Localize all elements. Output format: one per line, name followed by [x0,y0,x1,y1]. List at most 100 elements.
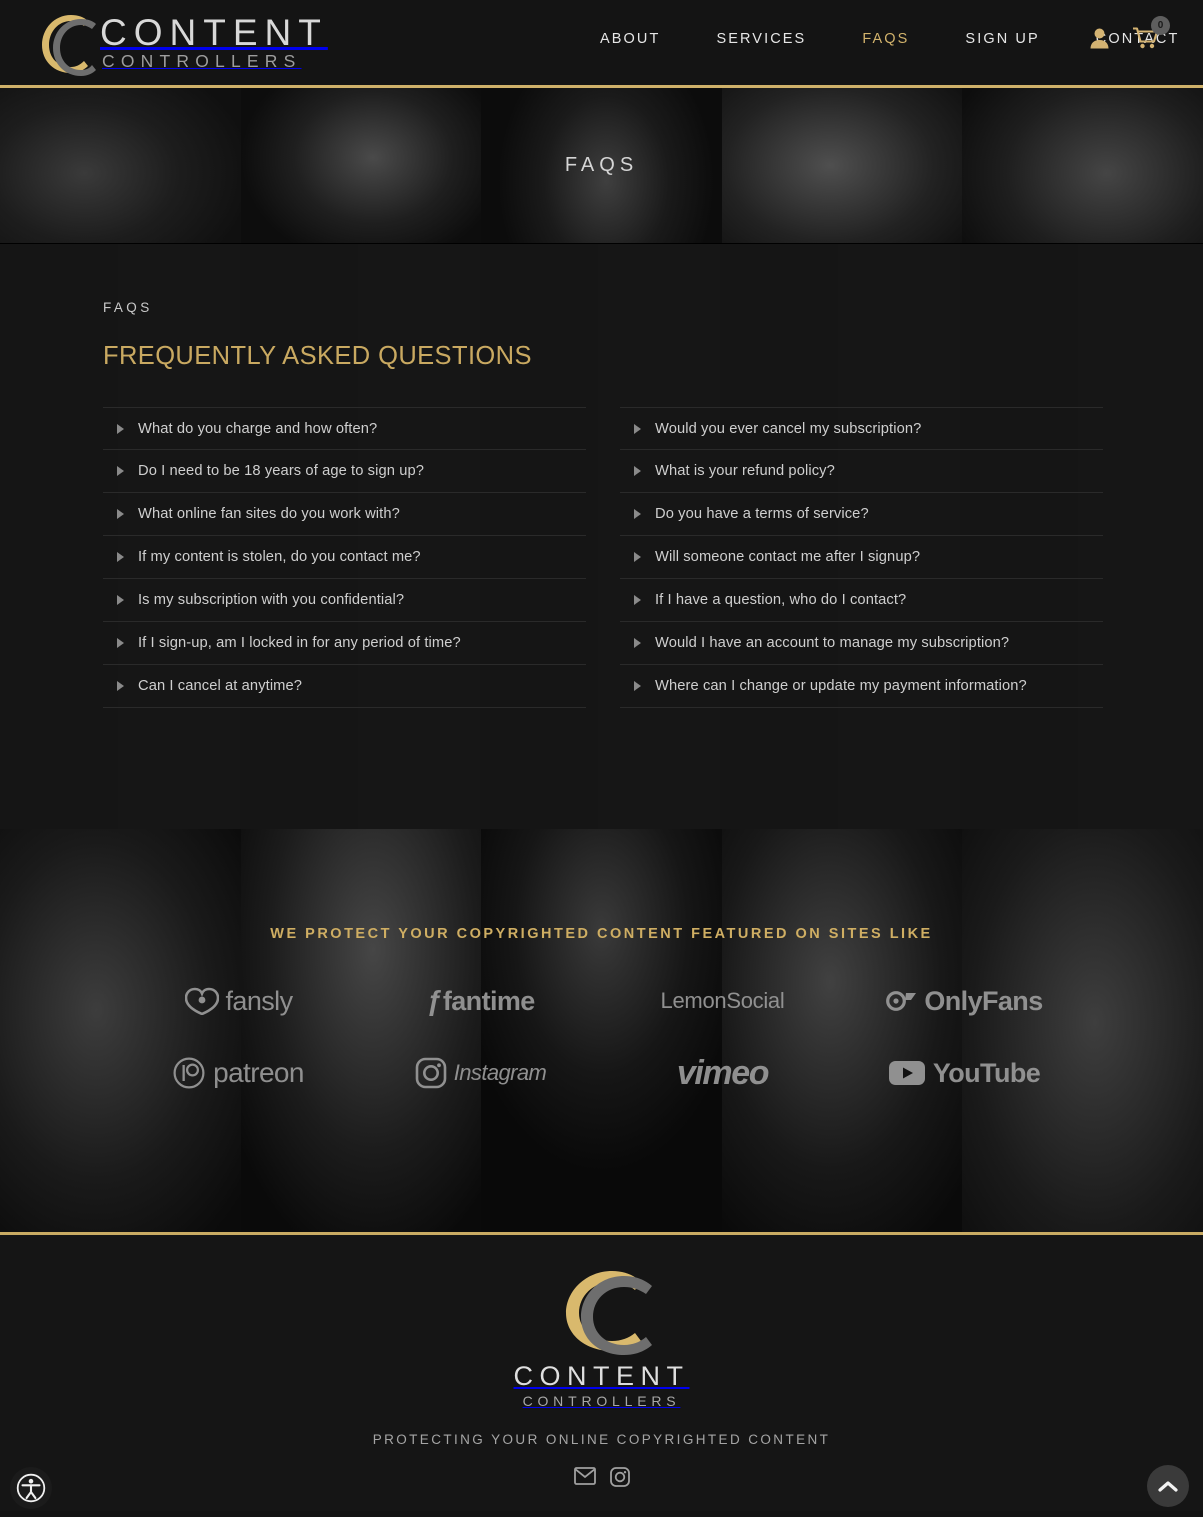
chevron-right-icon [634,595,641,605]
footer-tagline: PROTECTING YOUR ONLINE COPYRIGHTED CONTE… [372,1432,831,1447]
faq-item[interactable]: If I sign-up, am I locked in for any per… [103,622,586,665]
brand-label: Instagram [453,1060,547,1085]
faq-question: Would I have an account to manage my sub… [655,635,1010,651]
user-icon[interactable] [1090,28,1109,49]
footer-logo-line-2: CONTROLLERS [522,1393,681,1409]
fansly-heart-icon [184,987,219,1016]
page-title: FAQS [564,154,639,176]
hero-photo-4 [721,88,963,243]
chevron-right-icon [634,638,641,648]
cart-count-badge: 0 [1151,16,1170,35]
hero-photo-5 [962,88,1203,243]
faq-question: Do you have a terms of service? [655,506,869,522]
faq-item[interactable]: Is my subscription with you confidential… [103,579,586,622]
chevron-right-icon [117,595,124,605]
brand-row-2: patreon Instagram vimeo YouTube [0,1050,1203,1096]
faq-item[interactable]: Will someone contact me after I signup? [620,536,1103,579]
hero-photo-1 [0,88,241,243]
chevron-right-icon [634,509,641,519]
chevron-right-icon [634,552,641,562]
faq-section: FAQS FREQUENTLY ASKED QUESTIONS What do … [0,244,1203,829]
faq-eyebrow: FAQS [103,300,153,315]
brand-logo-instagram[interactable]: Instagram [391,1050,571,1096]
logo-mark-icon [30,7,96,79]
chevron-right-icon [117,638,124,648]
faq-question: What is your refund policy? [655,463,835,479]
footer-logo-line-1: CONTENT [513,1361,690,1391]
footer-logo[interactable]: CONTENT CONTROLLERS [0,1263,1203,1408]
brand-logo-fansly[interactable]: fansly [149,978,329,1024]
footer-social-links [0,1467,1203,1487]
brands-heading: WE PROTECT YOUR COPYRIGHTED CONTENT FEAT… [270,926,933,942]
chevron-right-icon [634,466,641,476]
faq-item[interactable]: Where can I change or update my payment … [620,665,1103,708]
site-footer: CONTENT CONTROLLERS PROTECTING YOUR ONLI… [0,1235,1203,1511]
logo-line-1: CONTENT [100,12,328,54]
faq-item[interactable]: Would you ever cancel my subscription? [620,407,1103,450]
faq-item[interactable]: Can I cancel at anytime? [103,665,586,708]
faq-question: What online fan sites do you work with? [138,506,400,522]
brand-label: LemonSocial [660,988,785,1013]
site-header: CONTENT CONTROLLERS ABOUT SERVICES FAQS … [0,0,1203,88]
brand-row-1: fansly ƒ fantime LemonSocial OnlyFans [0,978,1203,1024]
nav-item-about[interactable]: ABOUT [600,31,688,47]
faq-section-title: FREQUENTLY ASKED QUESTIONS [103,342,532,370]
onlyfans-icon [886,991,917,1011]
accessibility-button[interactable] [10,1467,52,1509]
chevron-right-icon [117,423,124,434]
chevron-right-icon [117,466,124,476]
scroll-to-top-button[interactable] [1147,1465,1189,1507]
faq-item[interactable]: What do you charge and how often? [103,407,586,450]
youtube-icon [888,1060,925,1086]
email-icon[interactable] [573,1467,596,1487]
logo-line-2: CONTROLLERS [102,51,302,72]
brand-logo-patreon[interactable]: patreon [149,1050,329,1096]
faq-columns: What do you charge and how often? Do I n… [103,407,1103,708]
instagram-icon [415,1057,447,1089]
patreon-icon [173,1057,205,1089]
faq-item[interactable]: Do you have a terms of service? [620,493,1103,536]
brand-logo-fantime[interactable]: ƒ fantime [391,978,571,1024]
nav-item-faqs[interactable]: FAQS [834,31,937,47]
faq-item[interactable]: Do I need to be 18 years of age to sign … [103,450,586,493]
brand-logo-onlyfans[interactable]: OnlyFans [875,978,1055,1024]
faq-question: If I have a question, who do I contact? [655,592,907,608]
faq-item[interactable]: What online fan sites do you work with? [103,493,586,536]
faq-question: What do you charge and how often? [138,420,378,437]
brand-label: vimeo [676,1053,770,1092]
instagram-icon[interactable] [609,1467,630,1487]
hero-photo-2 [240,88,482,243]
faq-item[interactable]: If I have a question, who do I contact? [620,579,1103,622]
logo-wordmark: CONTENT CONTROLLERS [100,14,328,71]
faq-question: If my content is stolen, do you contact … [138,549,421,565]
faq-item[interactable]: What is your refund policy? [620,450,1103,493]
chevron-right-icon [117,681,124,691]
faq-question: Can I cancel at anytime? [138,678,303,694]
brand-label: fansly [225,985,294,1016]
accessibility-icon [16,1473,46,1503]
shopping-cart-icon[interactable]: 0 [1131,16,1170,49]
footer-wordmark: CONTENT CONTROLLERS [513,1361,690,1409]
faq-question: Would you ever cancel my subscription? [655,420,922,437]
faq-column-left: What do you charge and how often? Do I n… [103,407,586,708]
faq-question: Is my subscription with you confidential… [138,592,405,608]
faq-item[interactable]: If my content is stolen, do you contact … [103,536,586,579]
supported-sites-section: WE PROTECT YOUR COPYRIGHTED CONTENT FEAT… [0,829,1203,1235]
brand-label: fantime [442,985,535,1016]
brand-logo-vimeo[interactable]: vimeo [633,1050,813,1096]
faq-question: Will someone contact me after I signup? [655,549,921,565]
nav-item-services[interactable]: SERVICES [688,31,834,47]
chevron-right-icon [634,423,641,434]
nav-item-sign-up[interactable]: SIGN UP [937,31,1067,47]
brand-logo-lemonsocial[interactable]: LemonSocial [633,978,813,1024]
footer-logo-mark-icon [548,1263,656,1359]
faq-item[interactable]: Would I have an account to manage my sub… [620,622,1103,665]
faq-question: Where can I change or update my payment … [655,678,1027,694]
faq-question: If I sign-up, am I locked in for any per… [138,635,461,651]
fantime-icon: ƒ [426,985,442,1016]
chevron-up-icon [1158,1480,1178,1493]
site-logo[interactable]: CONTENT CONTROLLERS [30,7,328,79]
brand-logo-youtube[interactable]: YouTube [875,1050,1055,1096]
chevron-right-icon [634,681,641,691]
brand-label: YouTube [932,1057,1041,1088]
